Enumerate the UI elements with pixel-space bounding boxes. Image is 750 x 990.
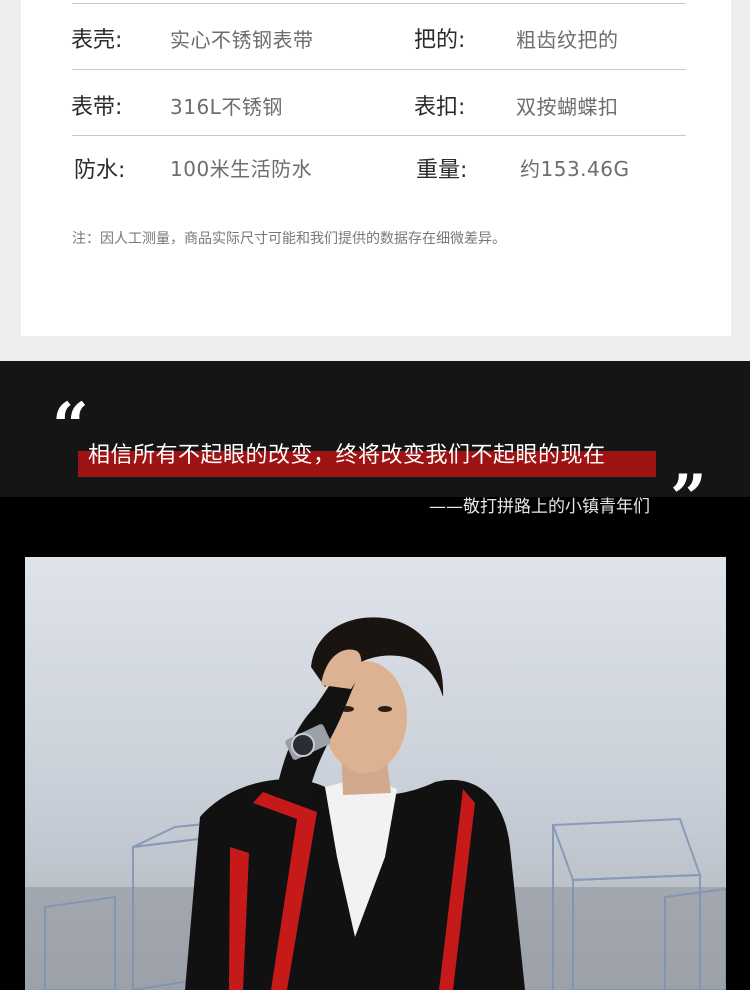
spec-value-case: 实心不锈钢表带	[170, 28, 314, 52]
spec-card: 表壳: 实心不锈钢表带 把的: 粗齿纹把的 表带: 316L不锈钢 表扣: 双按…	[21, 0, 731, 336]
spec-value-strap: 316L不锈钢	[170, 95, 283, 119]
model-photo	[25, 557, 726, 990]
measurement-note: 注：因人工测量，商品实际尺寸可能和我们提供的数据存在细微差异。	[72, 231, 506, 247]
spec-label-crown: 把的:	[414, 28, 466, 53]
spec-label-strap: 表带:	[71, 95, 123, 120]
quote-author: ——敬打拼路上的小镇青年们	[429, 497, 650, 517]
quote-band: “ 相信所有不起眼的改变，终将改变我们不起眼的现在 ” ——敬打拼路上的小镇青年…	[0, 361, 750, 990]
spec-value-weight: 约153.46G	[520, 157, 630, 181]
divider	[72, 3, 686, 4]
quote-text: 相信所有不起眼的改变，终将改变我们不起眼的现在	[88, 443, 606, 468]
spec-label-case: 表壳:	[71, 28, 123, 53]
spec-label-weight: 重量:	[416, 158, 468, 183]
spec-value-clasp: 双按蝴蝶扣	[516, 95, 619, 119]
spec-value-crown: 粗齿纹把的	[516, 28, 619, 52]
divider	[72, 69, 686, 70]
model-photo-illustration	[25, 617, 726, 990]
close-quote-icon: ”	[670, 461, 707, 536]
divider	[72, 135, 686, 136]
open-quote-icon: “	[52, 389, 89, 464]
spec-value-waterproof: 100米生活防水	[170, 157, 313, 181]
spec-label-clasp: 表扣:	[414, 95, 466, 120]
spec-label-waterproof: 防水:	[74, 158, 126, 183]
